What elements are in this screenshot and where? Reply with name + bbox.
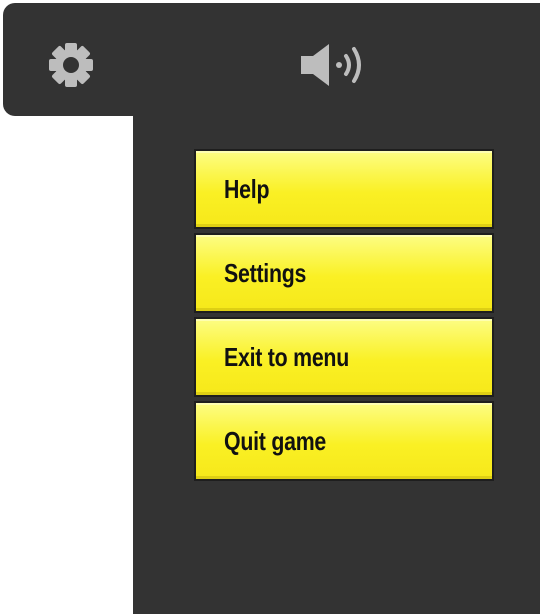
settings-button-label: Settings [224, 257, 307, 288]
quit-game-button[interactable]: Quit game [194, 401, 494, 481]
exit-to-menu-button[interactable]: Exit to menu [194, 317, 494, 397]
top-bar [3, 3, 540, 116]
speaker-sound-icon-graphic [301, 44, 361, 86]
exit-to-menu-button-label: Exit to menu [224, 341, 349, 372]
gear-icon[interactable] [43, 37, 99, 93]
speaker-sound-icon[interactable] [295, 39, 375, 91]
help-button-label: Help [224, 173, 270, 204]
quit-game-button-label: Quit game [224, 425, 327, 456]
gear-icon-graphic [49, 43, 93, 87]
settings-button[interactable]: Settings [194, 233, 494, 313]
help-button[interactable]: Help [194, 149, 494, 229]
pause-menu: Help Settings Exit to menu Quit game [194, 149, 494, 481]
